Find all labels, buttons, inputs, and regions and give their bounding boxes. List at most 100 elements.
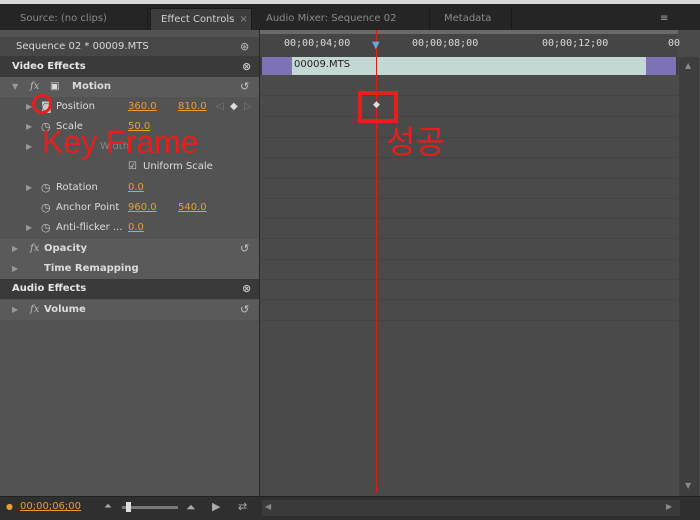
uniform-scale-label: Uniform Scale <box>143 161 213 172</box>
panel-menu-glyph: ≡ <box>660 13 669 24</box>
row-divider <box>260 238 678 239</box>
stopwatch-icon[interactable]: ◷ <box>41 178 51 198</box>
time-ruler[interactable]: 00;00;04;00 00;00;08;00 00;00;12;00 00 <box>260 30 680 57</box>
ruler-tick-label: 00;00;04;00 <box>284 38 351 49</box>
expand-triangle-icon[interactable]: ▶ <box>26 117 32 137</box>
volume-row[interactable]: ▶ fx Volume ↺ <box>0 300 259 320</box>
row-divider <box>260 299 678 300</box>
prev-keyframe-icon[interactable]: ◁ <box>216 97 224 117</box>
zoom-in-icon[interactable]: ⏶ <box>186 500 196 515</box>
anti-flicker-label: Anti-flicker ... <box>56 222 123 233</box>
tab-metadata[interactable]: Metadata <box>432 8 512 30</box>
clip-name: 00009.MTS <box>294 59 351 70</box>
clip-track: 00009.MTS <box>260 57 678 75</box>
current-time[interactable]: 00;00;06;00 <box>20 501 81 512</box>
anti-flicker-value[interactable]: 0.0 <box>128 218 144 238</box>
effect-controls-panel: Sequence 02 * 00009.MTS ⊛ Video Effects … <box>0 30 700 520</box>
next-keyframe-icon[interactable]: ▷ <box>244 97 252 117</box>
stopwatch-icon[interactable]: ◷ <box>41 218 51 238</box>
add-keyframe-icon[interactable]: ◆ <box>230 97 238 117</box>
expand-triangle-icon[interactable]: ▶ <box>12 259 18 279</box>
row-divider <box>260 116 678 117</box>
row-divider <box>260 157 678 158</box>
audio-effects-header: Audio Effects ⊗ <box>0 279 259 299</box>
key-frame-annotation: Key Frame <box>42 124 199 160</box>
row-divider <box>260 178 678 179</box>
sequence-row: Sequence 02 * 00009.MTS ⊛ <box>0 37 259 57</box>
collapse-icon[interactable]: ⊗ <box>242 57 251 77</box>
uniform-scale-row: ☑ Uniform Scale <box>0 157 259 177</box>
fx-icon[interactable]: fx <box>30 239 39 259</box>
expand-triangle-icon[interactable]: ▶ <box>26 97 32 117</box>
show-hide-timeline-icon[interactable]: ⊛ <box>240 37 249 57</box>
panel-tab-bar: Source: (no clips) Effect Controls × Audi… <box>0 0 700 30</box>
video-effects-label: Video Effects <box>12 61 86 72</box>
scroll-left-icon[interactable]: ◀ <box>265 502 271 511</box>
zoom-slider-thumb[interactable] <box>126 502 131 512</box>
motion-transform-icon[interactable]: ▣ <box>50 77 59 97</box>
expand-triangle-icon[interactable]: ▼ <box>12 77 18 97</box>
reset-icon[interactable]: ↺ <box>240 300 249 320</box>
anchor-y-value[interactable]: 540.0 <box>178 198 207 218</box>
tab-source-label: Source: (no clips) <box>20 13 107 24</box>
row-divider <box>260 137 678 138</box>
row-divider <box>260 279 678 280</box>
time-remapping-label: Time Remapping <box>44 263 139 274</box>
expand-triangle-icon[interactable]: ▶ <box>26 218 32 238</box>
anchor-point-label: Anchor Point <box>56 202 120 213</box>
position-y-value[interactable]: 810.0 <box>178 97 207 117</box>
anchor-x-value[interactable]: 960.0 <box>128 198 157 218</box>
tab-effect-controls[interactable]: Effect Controls × <box>150 8 252 30</box>
fx-icon[interactable]: fx <box>30 300 39 320</box>
clip-out-marker <box>646 57 676 75</box>
row-divider <box>260 218 678 219</box>
clip-in-marker <box>262 57 292 75</box>
tab-audio-mixer[interactable]: Audio Mixer: Sequence 02 <box>254 8 430 30</box>
reset-icon[interactable]: ↺ <box>240 77 249 97</box>
rotation-value[interactable]: 0.0 <box>128 178 144 198</box>
rotation-row: ▶ ◷ Rotation 0.0 <box>0 178 259 198</box>
keyframe-diamond-icon[interactable]: ◆ <box>373 100 380 110</box>
uniform-scale-checkbox[interactable]: ☑ <box>128 157 137 177</box>
expand-triangle-icon[interactable]: ▶ <box>12 239 18 259</box>
vertical-scrollbar[interactable]: ▲ ▼ <box>679 57 699 496</box>
row-divider <box>260 198 678 199</box>
tab-metadata-label: Metadata <box>444 13 492 24</box>
collapse-icon[interactable]: ⊗ <box>242 279 251 299</box>
zoom-bar[interactable] <box>260 30 678 34</box>
expand-triangle-icon[interactable]: ▶ <box>26 178 32 198</box>
position-x-value[interactable]: 360.0 <box>128 97 157 117</box>
loop-icon[interactable]: ⇄ <box>238 500 247 513</box>
scroll-right-icon[interactable]: ▶ <box>666 502 672 511</box>
play-audio-icon[interactable]: ▶ <box>212 500 220 513</box>
expand-triangle-icon[interactable]: ▶ <box>26 137 32 157</box>
success-annotation: 성공 <box>386 123 445 161</box>
tab-close-icon[interactable]: × <box>239 14 247 25</box>
tab-effect-controls-label: Effect Controls <box>161 14 235 25</box>
horizontal-scrollbar[interactable]: ◀ ▶ <box>262 500 680 516</box>
sequence-label: Sequence 02 * 00009.MTS <box>16 41 149 52</box>
keyframe-highlight-circle <box>32 94 52 114</box>
scroll-up-icon[interactable]: ▲ <box>685 61 691 70</box>
zoom-out-icon[interactable]: ⏶ <box>104 501 112 512</box>
ruler-tick-label: 00;00;08;00 <box>412 38 479 49</box>
bottom-bar: ● 00;00;06;00 ⏶ ⏶ ▶ ⇄ ◀ ▶ <box>0 496 700 520</box>
playhead-handle-icon[interactable]: ▼ <box>372 40 382 51</box>
scroll-down-icon[interactable]: ▼ <box>685 481 691 490</box>
row-divider <box>260 320 678 321</box>
panel-menu-icon[interactable]: ≡ <box>652 8 682 30</box>
time-remapping-row[interactable]: ▶ Time Remapping <box>0 259 259 279</box>
volume-label: Volume <box>44 304 86 315</box>
tab-audio-mixer-label: Audio Mixer: Sequence 02 <box>266 13 397 24</box>
expand-triangle-icon[interactable]: ▶ <box>12 300 18 320</box>
tab-source[interactable]: Source: (no clips) <box>8 8 148 30</box>
stopwatch-icon[interactable]: ◷ <box>41 198 51 218</box>
effect-timeline: 00;00;04;00 00;00;08;00 00;00;12;00 00 0… <box>260 30 700 496</box>
opacity-label: Opacity <box>44 243 88 254</box>
clip-bar[interactable]: 00009.MTS <box>262 57 676 75</box>
anti-flicker-row: ▶ ◷ Anti-flicker ... 0.0 <box>0 218 259 238</box>
row-divider <box>260 259 678 260</box>
opacity-row[interactable]: ▶ fx Opacity ↺ <box>0 239 259 259</box>
time-dot-icon: ● <box>6 502 13 511</box>
reset-icon[interactable]: ↺ <box>240 239 249 259</box>
